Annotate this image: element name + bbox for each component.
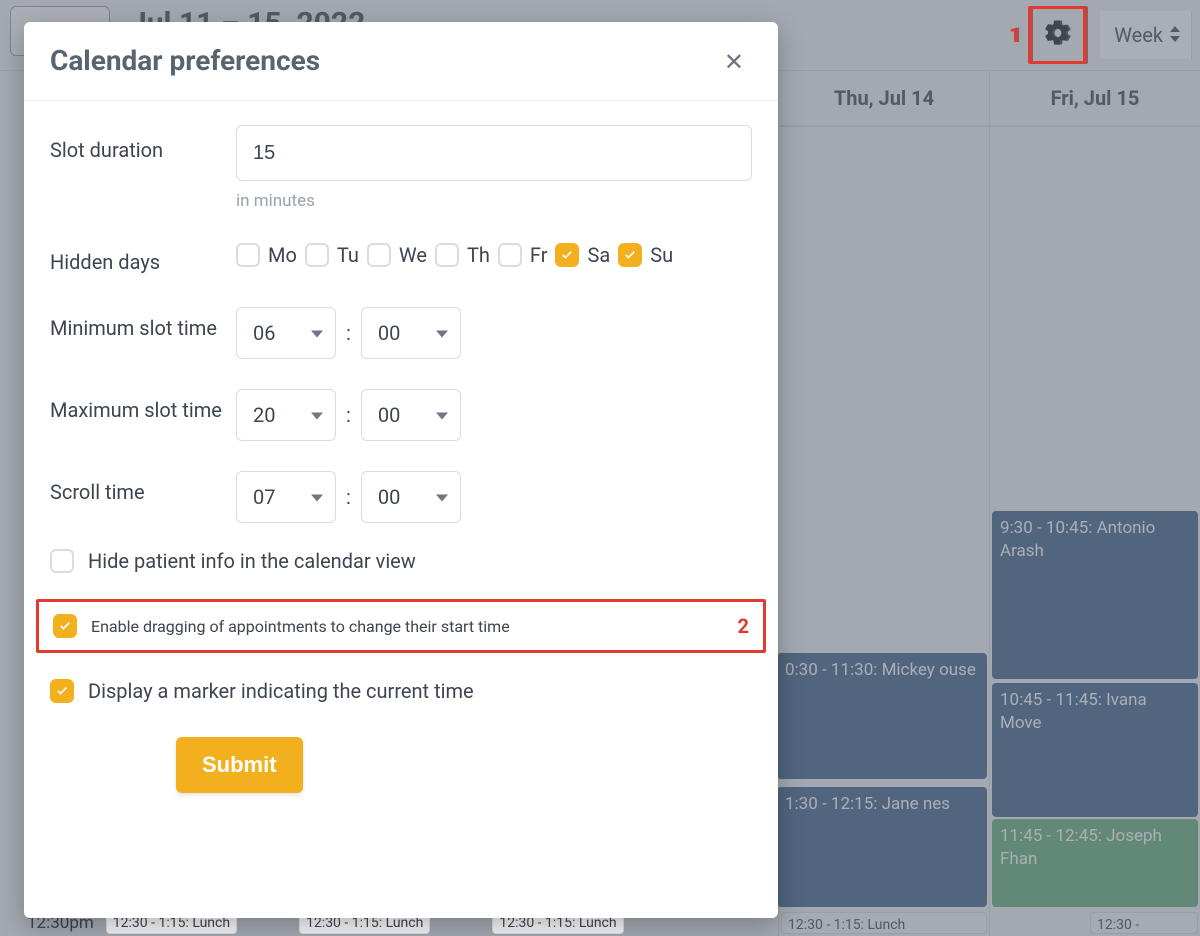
hidden-day-we: We [367, 243, 427, 267]
hidden-day-label: Fr [530, 243, 548, 267]
hidden-day-label: Tu [337, 243, 359, 267]
chevron-down-icon [311, 413, 323, 420]
enable-drag-checkbox[interactable] [53, 614, 77, 638]
display-marker-label: Display a marker indicating the current … [88, 679, 474, 703]
hidden-day-th: Th [435, 243, 490, 267]
max-slot-minute-select[interactable]: 00 [361, 389, 461, 441]
scroll-minute-select[interactable]: 00 [361, 471, 461, 523]
time-colon: : [346, 485, 351, 509]
settings-button[interactable] [1033, 11, 1081, 59]
gear-highlight-box: 1 [1028, 6, 1086, 64]
enable-drag-highlight: Enable dragging of appointments to chang… [36, 599, 766, 653]
annotation-marker-2: 2 [738, 614, 749, 638]
hidden-day-tu: Tu [305, 243, 359, 267]
preferences-modal: Calendar preferences ✕ Slot duration in … [24, 22, 778, 918]
display-marker-checkbox[interactable] [50, 679, 74, 703]
submit-button[interactable]: Submit [176, 737, 303, 793]
scroll-hour-select[interactable]: 07 [236, 471, 336, 523]
min-slot-hour-select[interactable]: 06 [236, 307, 336, 359]
hidden-day-label: Th [467, 243, 490, 267]
time-colon: : [346, 403, 351, 427]
hide-patient-label: Hide patient info in the calendar view [88, 549, 416, 573]
hidden-day-su: Su [618, 243, 673, 267]
chevron-down-icon [311, 331, 323, 338]
chevron-down-icon [436, 495, 448, 502]
time-colon: : [346, 321, 351, 345]
hidden-days-group: Mo Tu We Th Fr Sa Su [236, 237, 752, 267]
hidden-day-fr: Fr [498, 243, 548, 267]
hidden-day-checkbox-th[interactable] [435, 243, 459, 267]
hidden-days-label: Hidden days [50, 237, 236, 277]
scroll-time-label: Scroll time [50, 467, 236, 507]
hidden-day-sa: Sa [555, 243, 610, 267]
annotation-marker-1: 1 [1009, 23, 1020, 47]
hidden-day-checkbox-sa[interactable] [555, 243, 579, 267]
modal-title: Calendar preferences [50, 44, 320, 77]
chevron-down-icon [436, 331, 448, 338]
gear-icon [1042, 18, 1072, 52]
min-slot-minute-select[interactable]: 00 [361, 307, 461, 359]
slot-duration-label: Slot duration [50, 125, 236, 165]
close-icon: ✕ [724, 48, 744, 76]
hidden-day-label: We [399, 243, 427, 267]
enable-drag-label: Enable dragging of appointments to chang… [91, 617, 510, 636]
hidden-day-checkbox-tu[interactable] [305, 243, 329, 267]
hide-patient-checkbox[interactable] [50, 549, 74, 573]
hidden-day-label: Su [650, 243, 673, 267]
min-slot-label: Minimum slot time [50, 303, 236, 343]
hidden-day-label: Sa [587, 243, 610, 267]
max-slot-label: Maximum slot time [50, 385, 236, 425]
hidden-day-checkbox-su[interactable] [618, 243, 642, 267]
slot-duration-input[interactable] [236, 125, 752, 181]
close-button[interactable]: ✕ [716, 44, 752, 80]
chevron-down-icon [436, 413, 448, 420]
hidden-day-label: Mo [268, 243, 297, 267]
hidden-day-checkbox-we[interactable] [367, 243, 391, 267]
max-slot-hour-select[interactable]: 20 [236, 389, 336, 441]
hidden-day-checkbox-fr[interactable] [498, 243, 522, 267]
chevron-down-icon [311, 495, 323, 502]
hidden-day-mo: Mo [236, 243, 297, 267]
hidden-day-checkbox-mo[interactable] [236, 243, 260, 267]
slot-duration-hint: in minutes [236, 191, 752, 211]
